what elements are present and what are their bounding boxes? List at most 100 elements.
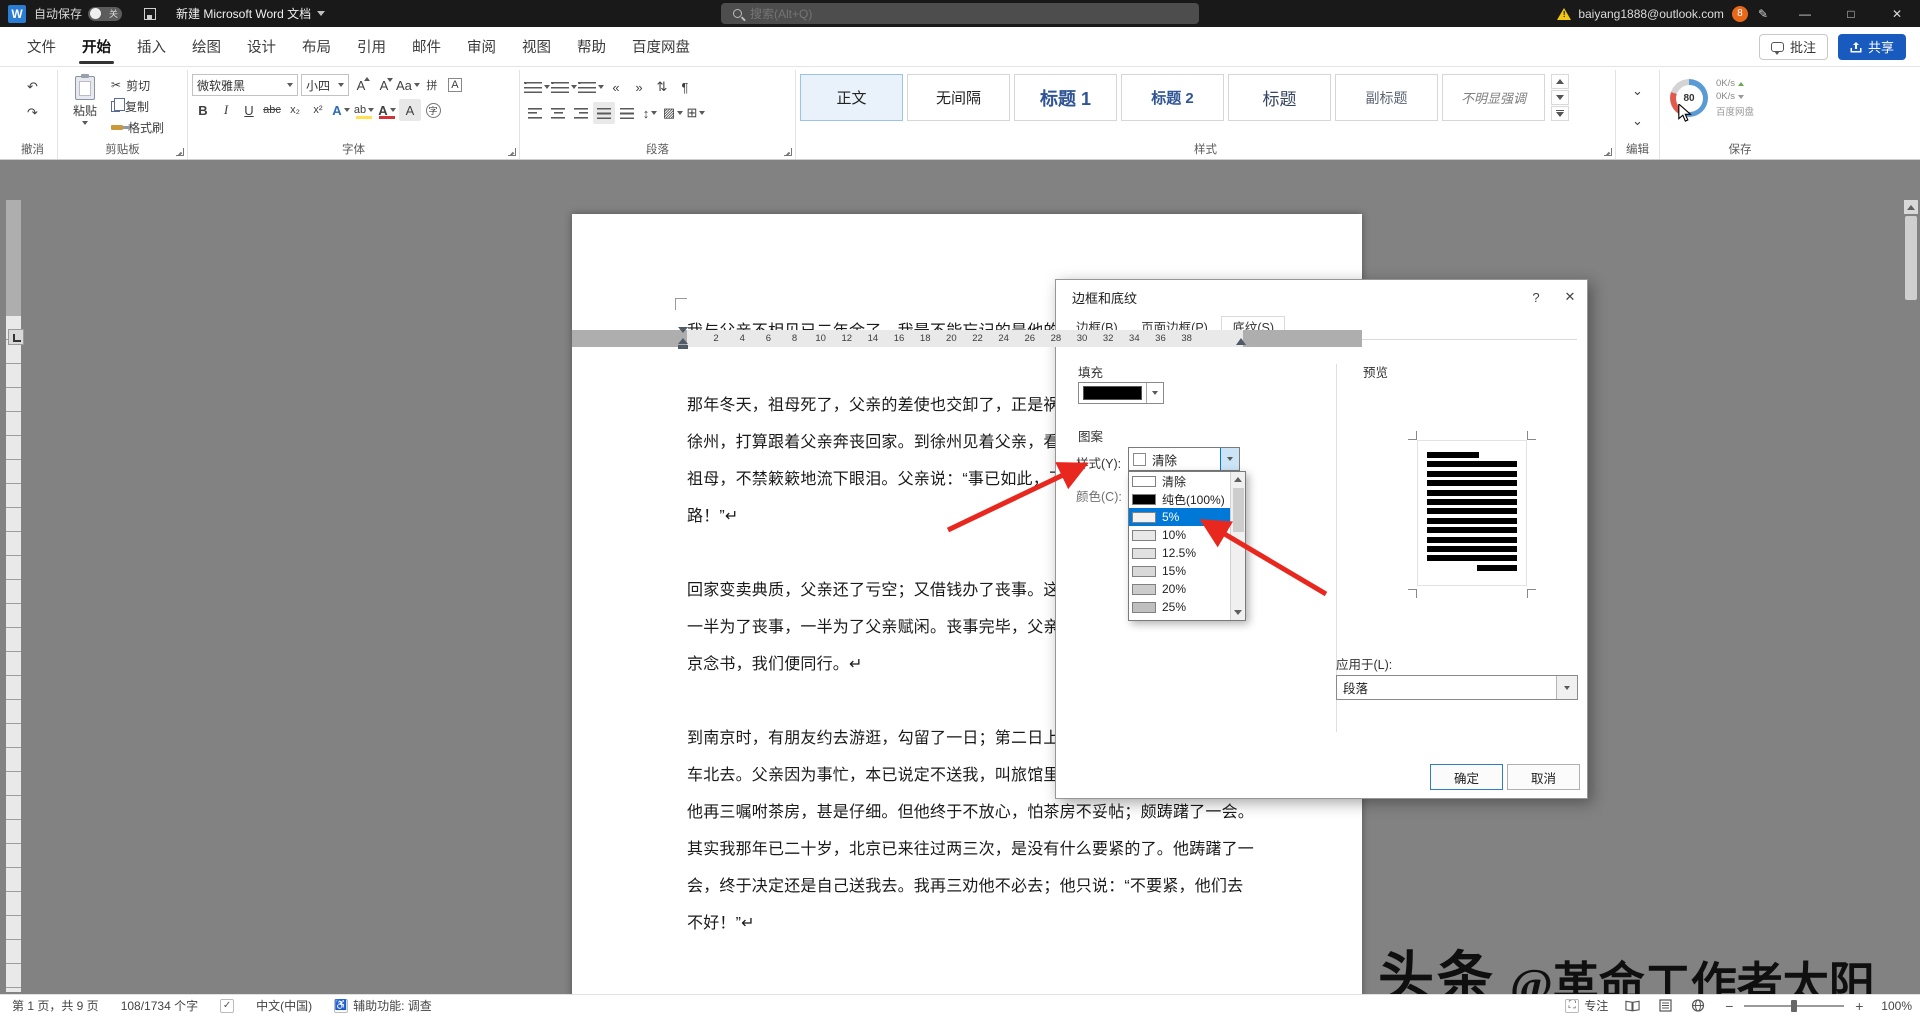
style-combo-dropdown-open[interactable]: [1220, 448, 1239, 470]
style-title[interactable]: 标题: [1228, 74, 1331, 121]
maximize-button[interactable]: □: [1828, 0, 1874, 27]
styles-scroll-down[interactable]: [1551, 90, 1569, 105]
grow-font-button[interactable]: A: [350, 74, 372, 96]
multilevel-list-button[interactable]: [578, 76, 604, 98]
shrink-font-button[interactable]: A: [373, 74, 395, 96]
undo-button[interactable]: ↶: [22, 76, 44, 98]
list-item-5pct[interactable]: 5%: [1129, 508, 1245, 526]
font-color-button[interactable]: A: [376, 99, 398, 121]
tab-design[interactable]: 设计: [234, 27, 289, 66]
autosave-toggle[interactable]: 关: [88, 6, 123, 21]
tab-layout[interactable]: 布局: [289, 27, 344, 66]
subscript-button[interactable]: x₂: [284, 99, 306, 121]
warning-icon[interactable]: !: [1557, 7, 1572, 20]
style-no-spacing[interactable]: 无间隔: [907, 74, 1010, 121]
tab-help[interactable]: 帮助: [564, 27, 619, 66]
accessibility-status[interactable]: ♿ 辅助功能: 调查: [334, 997, 432, 1014]
sort-button[interactable]: ⇅: [651, 76, 673, 98]
list-item-solid[interactable]: 纯色(100%): [1129, 490, 1245, 508]
underline-button[interactable]: U: [238, 99, 260, 121]
character-shading-button[interactable]: A: [399, 99, 421, 121]
font-dialog-launcher[interactable]: [508, 148, 516, 156]
align-center-button[interactable]: [547, 102, 569, 124]
zoom-level[interactable]: 100%: [1881, 999, 1912, 1013]
list-item-20pct[interactable]: 20%: [1129, 580, 1245, 598]
paragraph-dialog-launcher[interactable]: [784, 148, 792, 156]
search-box[interactable]: [721, 3, 1199, 24]
tab-mailings[interactable]: 邮件: [399, 27, 454, 66]
font-size-combo[interactable]: 小四: [301, 74, 349, 96]
vertical-ruler[interactable]: [6, 200, 21, 992]
list-item-clear[interactable]: 清除: [1129, 472, 1245, 490]
word-logo-icon[interactable]: W: [8, 4, 26, 23]
decrease-indent-button[interactable]: «: [605, 76, 627, 98]
indent-markers-left[interactable]: [678, 327, 688, 349]
language-indicator[interactable]: 中文(中国): [256, 997, 312, 1014]
list-scroll-up[interactable]: [1231, 472, 1245, 487]
close-button[interactable]: ✕: [1874, 0, 1920, 27]
share-button[interactable]: 共享: [1837, 33, 1906, 60]
line-spacing-button[interactable]: ↕: [639, 102, 661, 124]
pen-icon[interactable]: ✎: [1758, 7, 1768, 21]
zoom-thumb[interactable]: [1791, 999, 1798, 1012]
zoom-out-button[interactable]: −: [1722, 998, 1736, 1014]
minimize-button[interactable]: —: [1782, 0, 1828, 27]
font-name-combo[interactable]: 微软雅黑: [192, 74, 298, 96]
dialog-help-button[interactable]: ?: [1519, 283, 1553, 311]
tab-review[interactable]: 审阅: [454, 27, 509, 66]
list-item-15pct[interactable]: 15%: [1129, 562, 1245, 580]
proofing-status[interactable]: ✓: [220, 998, 235, 1013]
tab-insert[interactable]: 插入: [124, 27, 179, 66]
horizontal-ruler[interactable]: 2 4 6 8 10 12 14 16 18 20 22 24 26 28 30 32 34 36 38: [572, 327, 1362, 349]
first-line-indent-marker[interactable]: [678, 327, 688, 333]
apply-to-combo[interactable]: 段落: [1336, 675, 1578, 700]
search-input[interactable]: [750, 6, 1130, 21]
tab-references[interactable]: 引用: [344, 27, 399, 66]
list-item-10pct[interactable]: 10%: [1129, 526, 1245, 544]
change-case-button[interactable]: Aa: [396, 74, 420, 96]
bold-button[interactable]: B: [192, 99, 214, 121]
print-layout-button[interactable]: [1656, 998, 1674, 1013]
list-scroll-thumb[interactable]: [1233, 488, 1244, 532]
text-line[interactable]: 其实我那年已二十岁，北京已来往过两三次，是没有什么要紧的了。他踌躇了一: [687, 831, 1254, 868]
align-left-button[interactable]: [524, 102, 546, 124]
text-effects-button[interactable]: A: [330, 99, 352, 121]
fill-color-combo[interactable]: [1078, 382, 1164, 404]
page-indicator[interactable]: 第 1 页，共 9 页: [12, 997, 99, 1014]
list-item-12-5pct[interactable]: 12.5%: [1129, 544, 1245, 562]
left-indent-marker[interactable]: [678, 345, 688, 349]
list-scrollbar[interactable]: [1230, 472, 1245, 620]
style-subtitle[interactable]: 副标题: [1335, 74, 1438, 121]
web-layout-button[interactable]: [1689, 998, 1707, 1013]
tab-file[interactable]: 文件: [14, 27, 69, 66]
copy-button[interactable]: 复制: [108, 96, 167, 116]
tab-view[interactable]: 视图: [509, 27, 564, 66]
notification-badge[interactable]: 8: [1731, 5, 1748, 22]
hanging-indent-marker[interactable]: [678, 338, 688, 344]
borders-button[interactable]: ⊞: [685, 102, 707, 124]
cancel-button[interactable]: 取消: [1507, 764, 1580, 790]
character-border-button[interactable]: A: [444, 74, 466, 96]
styles-more-button[interactable]: [1551, 106, 1569, 121]
pattern-style-combo[interactable]: 清除: [1128, 447, 1240, 471]
right-indent-marker[interactable]: [1236, 338, 1246, 345]
superscript-button[interactable]: x²: [307, 99, 329, 121]
paste-button[interactable]: 粘贴: [62, 72, 108, 141]
justify-button[interactable]: [593, 102, 615, 124]
apply-to-dropdown[interactable]: [1556, 676, 1577, 699]
autosave-control[interactable]: 自动保存 关: [34, 5, 123, 22]
ok-button[interactable]: 确定: [1430, 764, 1503, 790]
style-normal[interactable]: 正文: [800, 74, 903, 121]
repeat-button[interactable]: ↷: [22, 102, 44, 124]
style-subtle-emphasis[interactable]: 不明显强调: [1442, 74, 1545, 121]
text-line[interactable]: 他再三嘱咐茶房，甚是仔细。但他终于不放心，怕茶房不妥帖；颇踌躇了一会。: [687, 794, 1254, 831]
phonetic-guide-button[interactable]: 拼: [421, 74, 443, 96]
clipboard-dialog-launcher[interactable]: [176, 148, 184, 156]
styles-scroll-up[interactable]: [1551, 74, 1569, 89]
show-marks-button[interactable]: ¶: [674, 76, 696, 98]
tab-baidu-netdisk[interactable]: 百度网盘: [619, 27, 703, 66]
text-line[interactable]: 不好！”↵: [687, 905, 1249, 942]
increase-indent-button[interactable]: »: [628, 76, 650, 98]
list-item-25pct[interactable]: 25%: [1129, 598, 1245, 616]
text-line[interactable]: 会，终于决定还是自己送我去。我再三劝他不必去；他只说：“不要紧，他们去: [687, 868, 1249, 905]
